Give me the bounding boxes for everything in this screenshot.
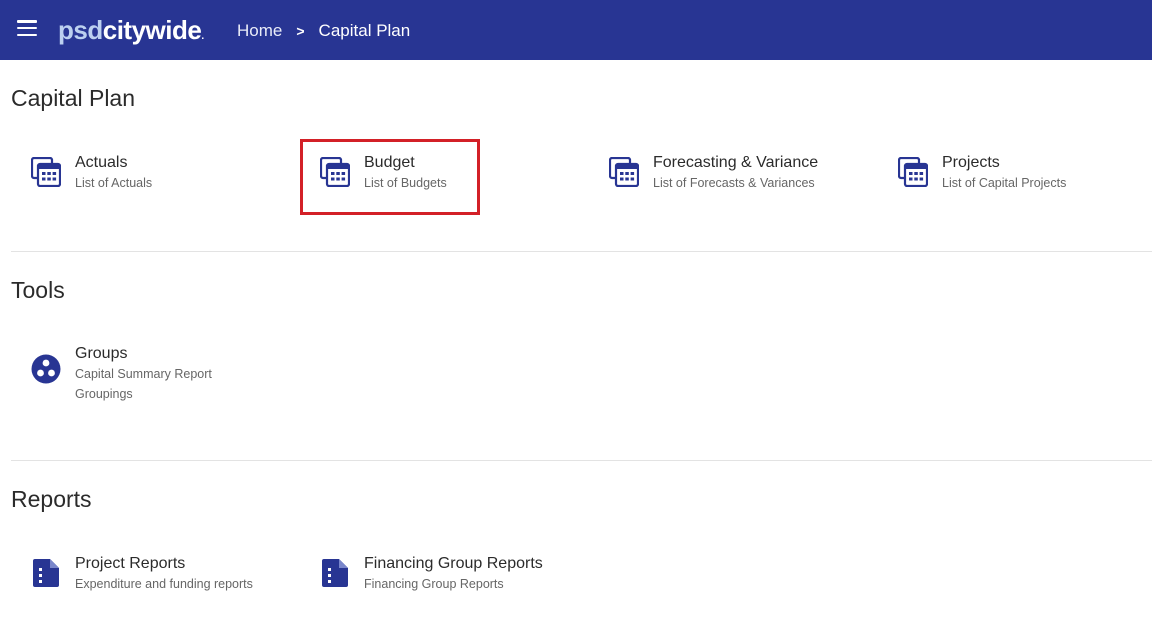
card-subtitle: List of Actuals <box>75 176 153 190</box>
card-forecasting-variance[interactable]: Forecasting & Variance List of Forecasts… <box>609 153 818 193</box>
card-projects[interactable]: Projects List of Capital Projects <box>898 153 1066 193</box>
logo-citywide-text: citywide <box>102 15 202 45</box>
section-divider <box>11 460 1152 461</box>
table-stack-icon <box>609 157 639 187</box>
card-text: Financing Group Reports Financing Group … <box>364 554 543 594</box>
breadcrumb: Home > Capital Plan <box>237 20 410 42</box>
card-title: Financing Group Reports <box>364 555 543 572</box>
table-stack-icon <box>898 157 928 187</box>
card-subtitle: Financing Group Reports <box>364 577 504 591</box>
card-actuals[interactable]: Actuals List of Actuals <box>31 153 152 193</box>
card-financing-group-reports[interactable]: Financing Group Reports Financing Group … <box>320 554 543 594</box>
groups-icon <box>31 354 61 384</box>
logo[interactable]: psdcitywide. <box>58 14 204 53</box>
breadcrumb-separator: > <box>296 23 305 39</box>
card-title: Projects <box>942 154 1000 171</box>
card-title: Forecasting & Variance <box>653 154 819 171</box>
section-title-capital-plan: Capital Plan <box>11 85 136 111</box>
top-app-bar: psdcitywide. Home > Capital Plan <box>0 0 1152 60</box>
card-title: Actuals <box>75 154 128 171</box>
card-title: Project Reports <box>75 555 186 572</box>
table-stack-icon <box>31 157 61 187</box>
logo-psd-text: psd <box>58 15 103 45</box>
card-groups[interactable]: Groups Capital Summary Report Groupings <box>31 344 212 404</box>
card-project-reports[interactable]: Project Reports Expenditure and funding … <box>31 554 253 594</box>
card-text: Actuals List of Actuals <box>75 153 152 193</box>
report-icon <box>322 559 348 587</box>
card-text: Project Reports Expenditure and funding … <box>75 554 253 594</box>
card-subtitle: List of Capital Projects <box>942 176 1067 190</box>
budget-highlight-box <box>300 139 480 215</box>
card-subtitle: Expenditure and funding reports <box>75 577 253 591</box>
report-icon <box>33 559 59 587</box>
logo-dot: . <box>201 31 204 42</box>
card-text: Forecasting & Variance List of Forecasts… <box>653 153 818 193</box>
card-subtitle: Capital Summary Report <box>75 367 212 381</box>
breadcrumb-home-link[interactable]: Home <box>237 20 282 42</box>
section-divider <box>11 251 1152 252</box>
breadcrumb-current: Capital Plan <box>318 21 411 40</box>
card-title: Groups <box>75 345 128 362</box>
card-text: Projects List of Capital Projects <box>942 153 1066 193</box>
section-title-tools: Tools <box>11 277 65 303</box>
hamburger-menu-icon[interactable] <box>17 20 37 36</box>
card-subtitle: List of Forecasts & Variances <box>653 176 815 190</box>
card-text: Groups Capital Summary Report Groupings <box>75 344 212 404</box>
card-subtitle-2: Groupings <box>75 387 133 401</box>
section-title-reports: Reports <box>11 486 92 512</box>
